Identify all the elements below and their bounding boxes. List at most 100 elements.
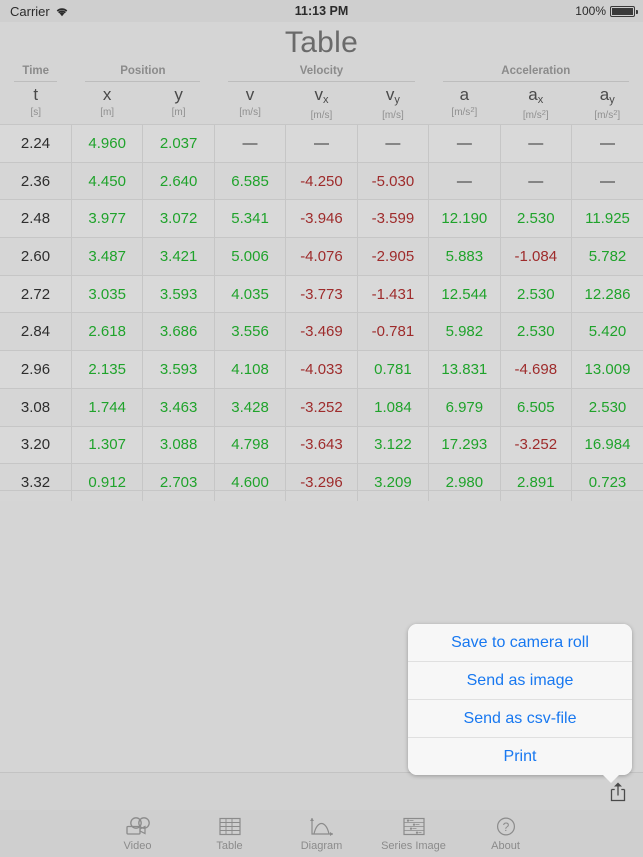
table-cell: 3.556 — [214, 312, 287, 351]
table-cell: -1.084 — [500, 237, 573, 276]
table-row[interactable]: 3.20 1.307 3.088 4.798 -3.643 3.122 17.293 -3.2… — [0, 425, 643, 464]
table-cell: 3.421 — [142, 237, 215, 276]
table-cell: 3.977 — [71, 199, 144, 238]
tab-series-image[interactable]: Series Image — [368, 815, 460, 852]
tab-about[interactable]: ? About — [460, 815, 552, 852]
table-row[interactable]: 2.96 2.135 3.593 4.108 -4.033 0.781 13.831 -4.6… — [0, 350, 643, 389]
battery-full-icon — [610, 5, 638, 17]
table-cell: 16.984 — [571, 425, 643, 464]
table-cell: — — [428, 124, 501, 163]
column-header-vx[interactable]: vx [m/s] — [286, 82, 357, 125]
table-cell: 6.585 — [214, 161, 287, 200]
column-header-v[interactable]: v [m/s] — [214, 82, 285, 125]
column-header-x[interactable]: x [m] — [71, 82, 142, 125]
table-cell: 4.600 — [214, 463, 287, 501]
table-cell: 3.593 — [142, 350, 215, 389]
column-header-ax[interactable]: ax [m/s2] — [500, 82, 571, 125]
table-row[interactable]: 3.32 0.912 2.703 4.600 -3.296 3.209 2.980 2.891… — [0, 463, 643, 501]
popover-item-send-as-csv-file[interactable]: Send as csv-file — [408, 699, 632, 737]
table-cell: 2.135 — [71, 350, 144, 389]
table-cell: — — [357, 124, 430, 163]
table-row[interactable]: 2.24 4.960 2.037— — — — — — — [0, 124, 643, 163]
table-cell: 2.530 — [500, 312, 573, 351]
table-cell: 13.831 — [428, 350, 501, 389]
table-cell: 3.32 — [0, 463, 72, 501]
table-cell: -3.296 — [285, 463, 358, 501]
table-cell: -3.469 — [285, 312, 358, 351]
table-cell: — — [500, 124, 573, 163]
diagram-curve-icon — [276, 815, 368, 838]
data-table-container[interactable]: Time Position Velocity Acceleration t [s… — [0, 62, 643, 501]
table-cell: 5.420 — [571, 312, 643, 351]
table-cell: 3.088 — [142, 425, 215, 464]
table-cell: 6.505 — [500, 387, 573, 426]
popover-item-print[interactable]: Print — [408, 737, 632, 775]
table-column-header-row: t [s] x [m] y [m] v [m/s] vx [m/s] vy [m… — [0, 82, 643, 125]
table-cell: -4.250 — [285, 161, 358, 200]
table-cell: 4.960 — [71, 124, 144, 163]
table-cell: 0.723 — [571, 463, 643, 501]
popover-item-send-as-image[interactable]: Send as image — [408, 661, 632, 699]
table-cell: 0.912 — [71, 463, 144, 501]
table-cell: 3.072 — [142, 199, 215, 238]
table-row[interactable]: 3.08 1.744 3.463 3.428 -3.252 1.084 6.979 6.505… — [0, 387, 643, 426]
question-circle-icon: ? — [460, 815, 552, 838]
tab-diagram[interactable]: Diagram — [276, 815, 368, 852]
table-body: 2.24 4.960 2.037— — — — — —2.36 4.450 2.640 6.585-… — [0, 124, 643, 501]
table-cell: 3.463 — [142, 387, 215, 426]
tab-video-label: Video — [123, 840, 152, 852]
group-header-acceleration: Acceleration — [429, 62, 643, 82]
table-cell: 4.035 — [214, 274, 287, 313]
table-cell: 5.782 — [571, 237, 643, 276]
table-cell: -3.643 — [285, 425, 358, 464]
table-cell: 3.08 — [0, 387, 72, 426]
table-cell: — — [428, 161, 501, 200]
table-cell: -3.599 — [357, 199, 430, 238]
table-cell: — — [571, 124, 643, 163]
table-cell: 13.009 — [571, 350, 643, 389]
table-cell: 3.122 — [357, 425, 430, 464]
tab-series-image-label: Series Image — [381, 840, 446, 852]
table-cell: 2.703 — [142, 463, 215, 501]
table-cell: 3.593 — [142, 274, 215, 313]
share-action-popover: Save to camera roll Send as image Send a… — [408, 624, 632, 775]
tab-bar: Video Table Diagram Series Image ? About — [0, 810, 643, 857]
table-cell: -4.698 — [500, 350, 573, 389]
tab-video[interactable]: Video — [92, 815, 184, 852]
table-grid-icon — [184, 815, 276, 838]
table-row[interactable]: 2.48 3.977 3.072 5.341 -3.946 -3.599 12.190 2.5… — [0, 199, 643, 238]
tab-table[interactable]: Table — [184, 815, 276, 852]
app-root: Carrier 11:13 PM 100% Table Time Positio… — [0, 0, 643, 857]
table-cell: 2.84 — [0, 312, 72, 351]
table-cell: -4.033 — [285, 350, 358, 389]
table-cell: 2.530 — [500, 199, 573, 238]
page-title: Table — [284, 26, 359, 59]
table-row[interactable]: 2.72 3.035 3.593 4.035 -3.773 -1.431 12.544 2.5… — [0, 274, 643, 313]
table-cell: -3.773 — [285, 274, 358, 313]
table-cell: 4.108 — [214, 350, 287, 389]
popover-item-save-to-camera-roll[interactable]: Save to camera roll — [408, 624, 632, 661]
table-cell: 3.686 — [142, 312, 215, 351]
table-cell: 12.544 — [428, 274, 501, 313]
table-head: Time Position Velocity Acceleration t [s… — [0, 62, 643, 125]
tab-table-label: Table — [216, 840, 243, 852]
column-header-t[interactable]: t [s] — [0, 82, 71, 125]
table-row[interactable]: 2.36 4.450 2.640 6.585 -4.250 -5.030— — — — [0, 161, 643, 200]
table-cell: 2.640 — [142, 161, 215, 200]
table-cell: -2.905 — [357, 237, 430, 276]
column-header-y[interactable]: y [m] — [143, 82, 214, 125]
column-header-a[interactable]: a [m/s2] — [429, 82, 500, 125]
group-header-time: Time — [0, 62, 71, 82]
table-cell: 5.341 — [214, 199, 287, 238]
table-row[interactable]: 2.60 3.487 3.421 5.006 -4.076 -2.905 5.883 -1.0… — [0, 237, 643, 276]
table-cell: -4.076 — [285, 237, 358, 276]
table-cell: 12.286 — [571, 274, 643, 313]
table-row[interactable]: 2.84 2.618 3.686 3.556 -3.469 -0.781 5.982 2.53… — [0, 312, 643, 351]
table-cell: 2.72 — [0, 274, 72, 313]
table-cell: 4.450 — [71, 161, 144, 200]
group-header-velocity: Velocity — [214, 62, 428, 82]
column-header-ay[interactable]: ay [m/s2] — [572, 82, 643, 125]
video-camera-icon — [92, 815, 184, 838]
column-header-vy[interactable]: vy [m/s] — [357, 82, 428, 125]
table-cell: 2.36 — [0, 161, 72, 200]
